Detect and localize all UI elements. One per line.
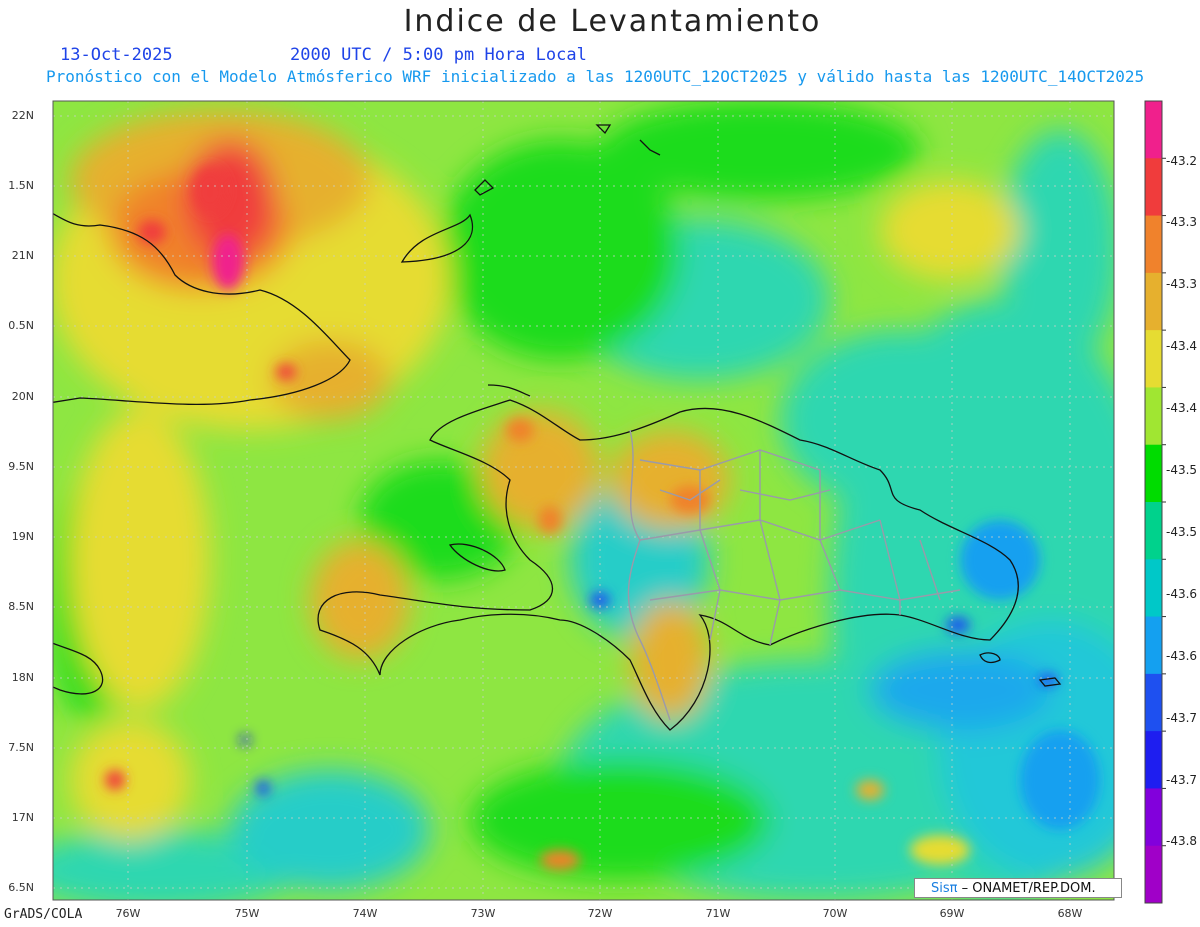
colorbar-swatch [1145, 444, 1162, 503]
colorbar [1144, 100, 1166, 904]
colorbar-swatch [1145, 101, 1162, 159]
lat-label: 1.5N [8, 179, 34, 192]
colorbar-swatch [1145, 158, 1162, 217]
lat-label: 9.5N [8, 460, 34, 473]
colorbar-label: -43.6 [1166, 587, 1198, 601]
colorbar-label: -43.6 [1166, 649, 1198, 663]
lifted-index-map [52, 100, 1166, 904]
colorbar-swatch [1145, 731, 1162, 789]
colorbar-label: -43.3 [1166, 215, 1198, 229]
lat-label: 8.5N [8, 600, 34, 613]
colorbar-label: -43.5 [1166, 463, 1198, 477]
lat-label: 19N [11, 530, 34, 543]
lon-label: 70W [822, 907, 848, 920]
lon-label: 75W [234, 907, 260, 920]
lat-label: 22N [11, 109, 34, 122]
brand-logo-text: Sisπ [931, 881, 958, 896]
colorbar-label: -43.8 [1166, 834, 1198, 848]
lon-label: 76W [115, 907, 141, 920]
colorbar-swatch [1145, 559, 1162, 618]
colorbar-label: -43.3 [1166, 277, 1198, 291]
colorbar-label: -43.4 [1166, 339, 1198, 353]
colorbar-swatch [1145, 330, 1162, 388]
colorbar-swatch [1145, 272, 1162, 331]
colorbar-label: -43.2 [1166, 154, 1198, 168]
colorbar-label: -43.5 [1166, 525, 1198, 539]
lon-label: 71W [705, 907, 731, 920]
lat-label: 6.5N [8, 881, 34, 894]
colorbar-swatch [1145, 845, 1162, 904]
footer-badge: Sisπ – ONAMET/REP.DOM. [914, 878, 1122, 898]
lon-label: 69W [939, 907, 965, 920]
lon-label: 72W [587, 907, 613, 920]
colorbar-swatch [1145, 788, 1162, 847]
lat-label: 20N [11, 390, 34, 403]
lat-label: 18N [11, 671, 34, 684]
colorbar-swatch [1145, 502, 1162, 560]
lat-label: 17N [11, 811, 34, 824]
lon-label: 74W [352, 907, 378, 920]
lat-label: 21N [11, 249, 34, 262]
colorbar-label: -43.4 [1166, 401, 1198, 415]
colorbar-swatch [1145, 215, 1162, 274]
lat-label: 7.5N [8, 741, 34, 754]
organization-label: – ONAMET/REP.DOM. [961, 881, 1096, 896]
colorbar-swatch [1145, 673, 1162, 732]
colorbar-swatch [1145, 387, 1162, 446]
lon-label: 68W [1057, 907, 1083, 920]
colorbar-label: -43.7 [1166, 773, 1198, 787]
lat-label: 0.5N [8, 319, 34, 332]
lon-label: 73W [470, 907, 496, 920]
credit-label: GrADS/COLA [4, 907, 83, 922]
colorbar-label: -43.7 [1166, 711, 1198, 725]
colorbar-swatch [1145, 616, 1162, 675]
